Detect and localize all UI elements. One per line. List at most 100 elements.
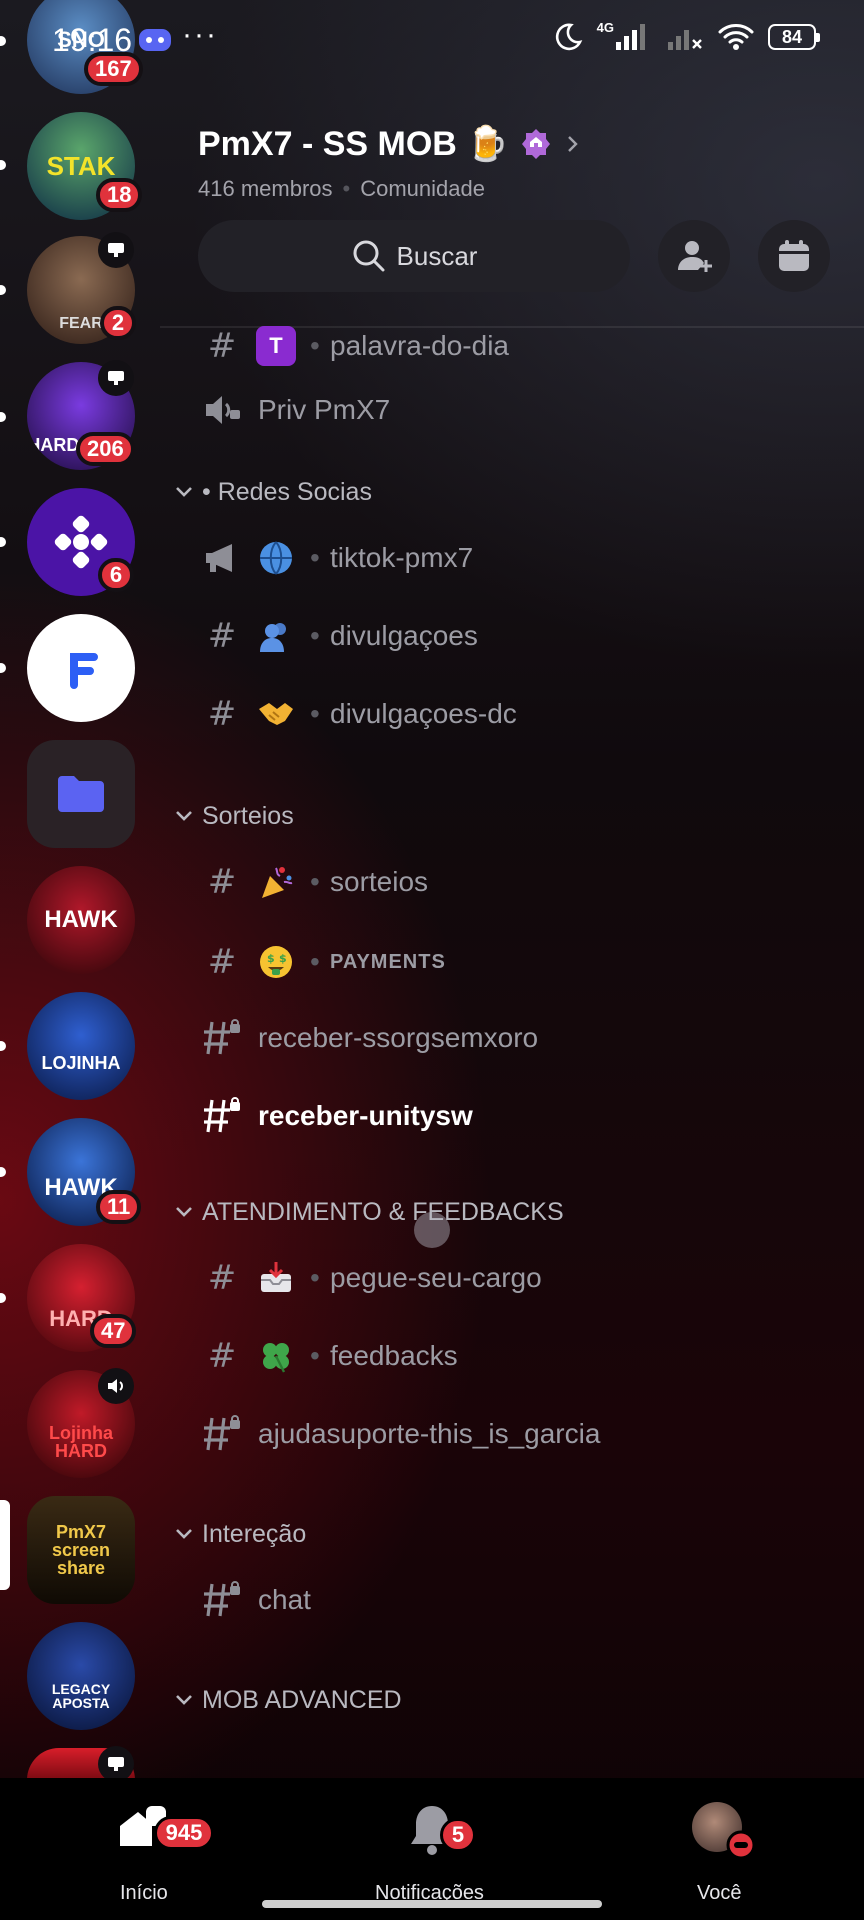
do-not-disturb-status-icon [726,1830,756,1860]
category-redes-socias[interactable]: • Redes Socias [160,468,864,516]
channel-list[interactable]: # T • palavra-do-dia Priv PmX7 • Redes S… [160,320,864,1780]
channel-dot: • [310,866,320,897]
channel-divulgacoes-dc[interactable]: # • divulgaçoes-dc [160,682,864,746]
search-label: Buscar [396,240,478,271]
category-label: Sorteios [202,801,294,830]
chevron-down-icon [176,1207,192,1217]
channel-label: PAYMENTS [330,950,446,973]
channel-sorteios[interactable]: # • sorteios [160,850,864,914]
folder-icon [58,776,104,812]
calendar-icon [779,240,809,271]
channel-payments[interactable]: # $ $ • PAYMENTS [160,930,864,994]
nav-home[interactable]: 945 Início [64,1796,224,1904]
four-leaf-clover-emoji-icon [256,1336,296,1376]
server-rail[interactable]: SNO 167 STAK 18 FEAR 2 HARD APOS 206 6 H… [0,0,143,1782]
party-popper-emoji-icon [256,862,296,902]
locked-channel-icon [202,1018,242,1058]
nav-you[interactable]: Você [640,1796,800,1904]
channel-label: receber-ssorgsemxoro [258,1022,539,1053]
text-channel-icon: # [207,326,237,366]
server-hawk[interactable]: HAWK [27,866,135,974]
locked-channel-icon [202,1096,242,1136]
signal-icon [616,24,645,50]
signal-2-icon [668,30,702,50]
server-legacy[interactable]: LEGACY APOSTA [27,1622,135,1730]
channel-label: ajudasuporte-this_is_garcia [258,1418,601,1449]
channel-label: Priv PmX7 [258,394,391,425]
channel-palavra-do-dia[interactable]: # T • palavra-do-dia [160,320,864,378]
server-purple-badge: 6 [98,558,134,592]
server-hard-apostas-badge: 206 [76,432,135,466]
category-atendimento-feedbacks[interactable]: ATENDIMENTO & FEEDBACKS [160,1188,864,1236]
channel-label: tiktok-pmx7 [330,542,474,573]
server-title[interactable]: PmX7 - SS MOB 🍺 [198,124,583,164]
server-lojinha-hawk[interactable]: LOJINHA [27,992,135,1100]
text-channel-icon: # [207,616,237,656]
invite-button[interactable] [658,220,730,292]
channel-receber-ssorgsemxoro[interactable]: receber-ssorgsemxoro [160,1006,864,1070]
more-notifications-icon: ··· [182,18,218,51]
events-button[interactable] [758,220,830,292]
category-sorteios[interactable]: Sorteios [160,792,864,840]
notifications-badge: 5 [440,1818,476,1852]
globe-emoji-icon [256,538,296,578]
touch-indicator [414,1212,450,1248]
discord-app: 19:16 ··· 4G 84 SNO 167 STAK 18 FEAR 2 H… [0,0,864,1920]
letter-t-emoji-icon: T [256,326,296,366]
network-label: 4G [596,19,614,35]
voice-locked-icon [202,390,242,430]
channel-label: palavra-do-dia [330,330,509,361]
svg-text:$: $ [267,952,275,965]
selected-server-indicator [0,1500,10,1590]
chevron-down-icon [176,1529,192,1539]
server-name: PmX7 - SS MOB 🍺 [198,125,509,163]
channel-dot: • [310,620,320,651]
channel-dot: • [310,330,320,361]
server-folder[interactable] [27,740,135,848]
gesture-home-bar[interactable] [262,1900,602,1908]
battery-indicator: 84 [768,24,820,50]
channel-pegue-seu-cargo[interactable]: # • pegue-seu-cargo [160,1246,864,1310]
text-channel-icon: # [207,694,237,734]
channel-label: chat [258,1584,311,1615]
unread-indicator [0,160,6,170]
category-label: ATENDIMENTO & FEEDBACKS [202,1197,564,1226]
people-emoji-icon [256,616,296,656]
channel-priv-pmx7[interactable]: Priv PmX7 [160,378,864,442]
channel-divulgacoes[interactable]: # • divulgaçoes [160,604,864,668]
channel-label: divulgaçoes-dc [330,698,517,729]
channel-label: sorteios [330,866,429,897]
add-member-icon [678,241,712,272]
unread-indicator [0,1167,6,1177]
voice-speaker-icon [98,1368,134,1404]
event-icon [98,1746,134,1782]
server-f[interactable] [27,614,135,722]
status-bar: 19:16 ··· 4G 84 [0,0,864,84]
text-channel-icon: # [207,942,237,982]
server-subtitle: 416 membros • Comunidade [198,176,485,202]
category-label: MOB ADVANCED [202,1685,402,1714]
channel-feedbacks[interactable]: # • feedbacks [160,1324,864,1388]
channel-label: receber-unitysw [258,1100,473,1131]
status-icons: 4G 84 [553,19,820,52]
channel-label: divulgaçoes [330,620,478,651]
channel-tiktok-pmx7[interactable]: • tiktok-pmx7 [160,526,864,590]
category-mob-advanced[interactable]: MOB ADVANCED [160,1676,864,1724]
unread-indicator [0,412,6,422]
text-channel-icon: # [207,1258,237,1298]
channel-receber-unitysw[interactable]: receber-unitysw [160,1084,864,1148]
search-button[interactable]: Buscar [198,220,630,292]
channel-ajudasuporte[interactable]: ajudasuporte-this_is_garcia [160,1402,864,1466]
you-label: Você [697,1882,742,1904]
unread-indicator [0,663,6,673]
channel-dot: • [310,1340,320,1371]
category-interecao[interactable]: Intereção [160,1510,864,1558]
channel-dot: • [310,698,320,729]
server-type: Comunidade [360,176,485,201]
status-time: 19:16 [52,22,133,58]
purple-server-logo-icon [54,515,108,569]
wifi-icon [718,24,754,50]
channel-chat[interactable]: chat [160,1568,864,1632]
nav-notifications[interactable]: 5 Notificações [352,1796,512,1904]
server-pmx7[interactable]: PmX7 screen share [27,1496,135,1604]
